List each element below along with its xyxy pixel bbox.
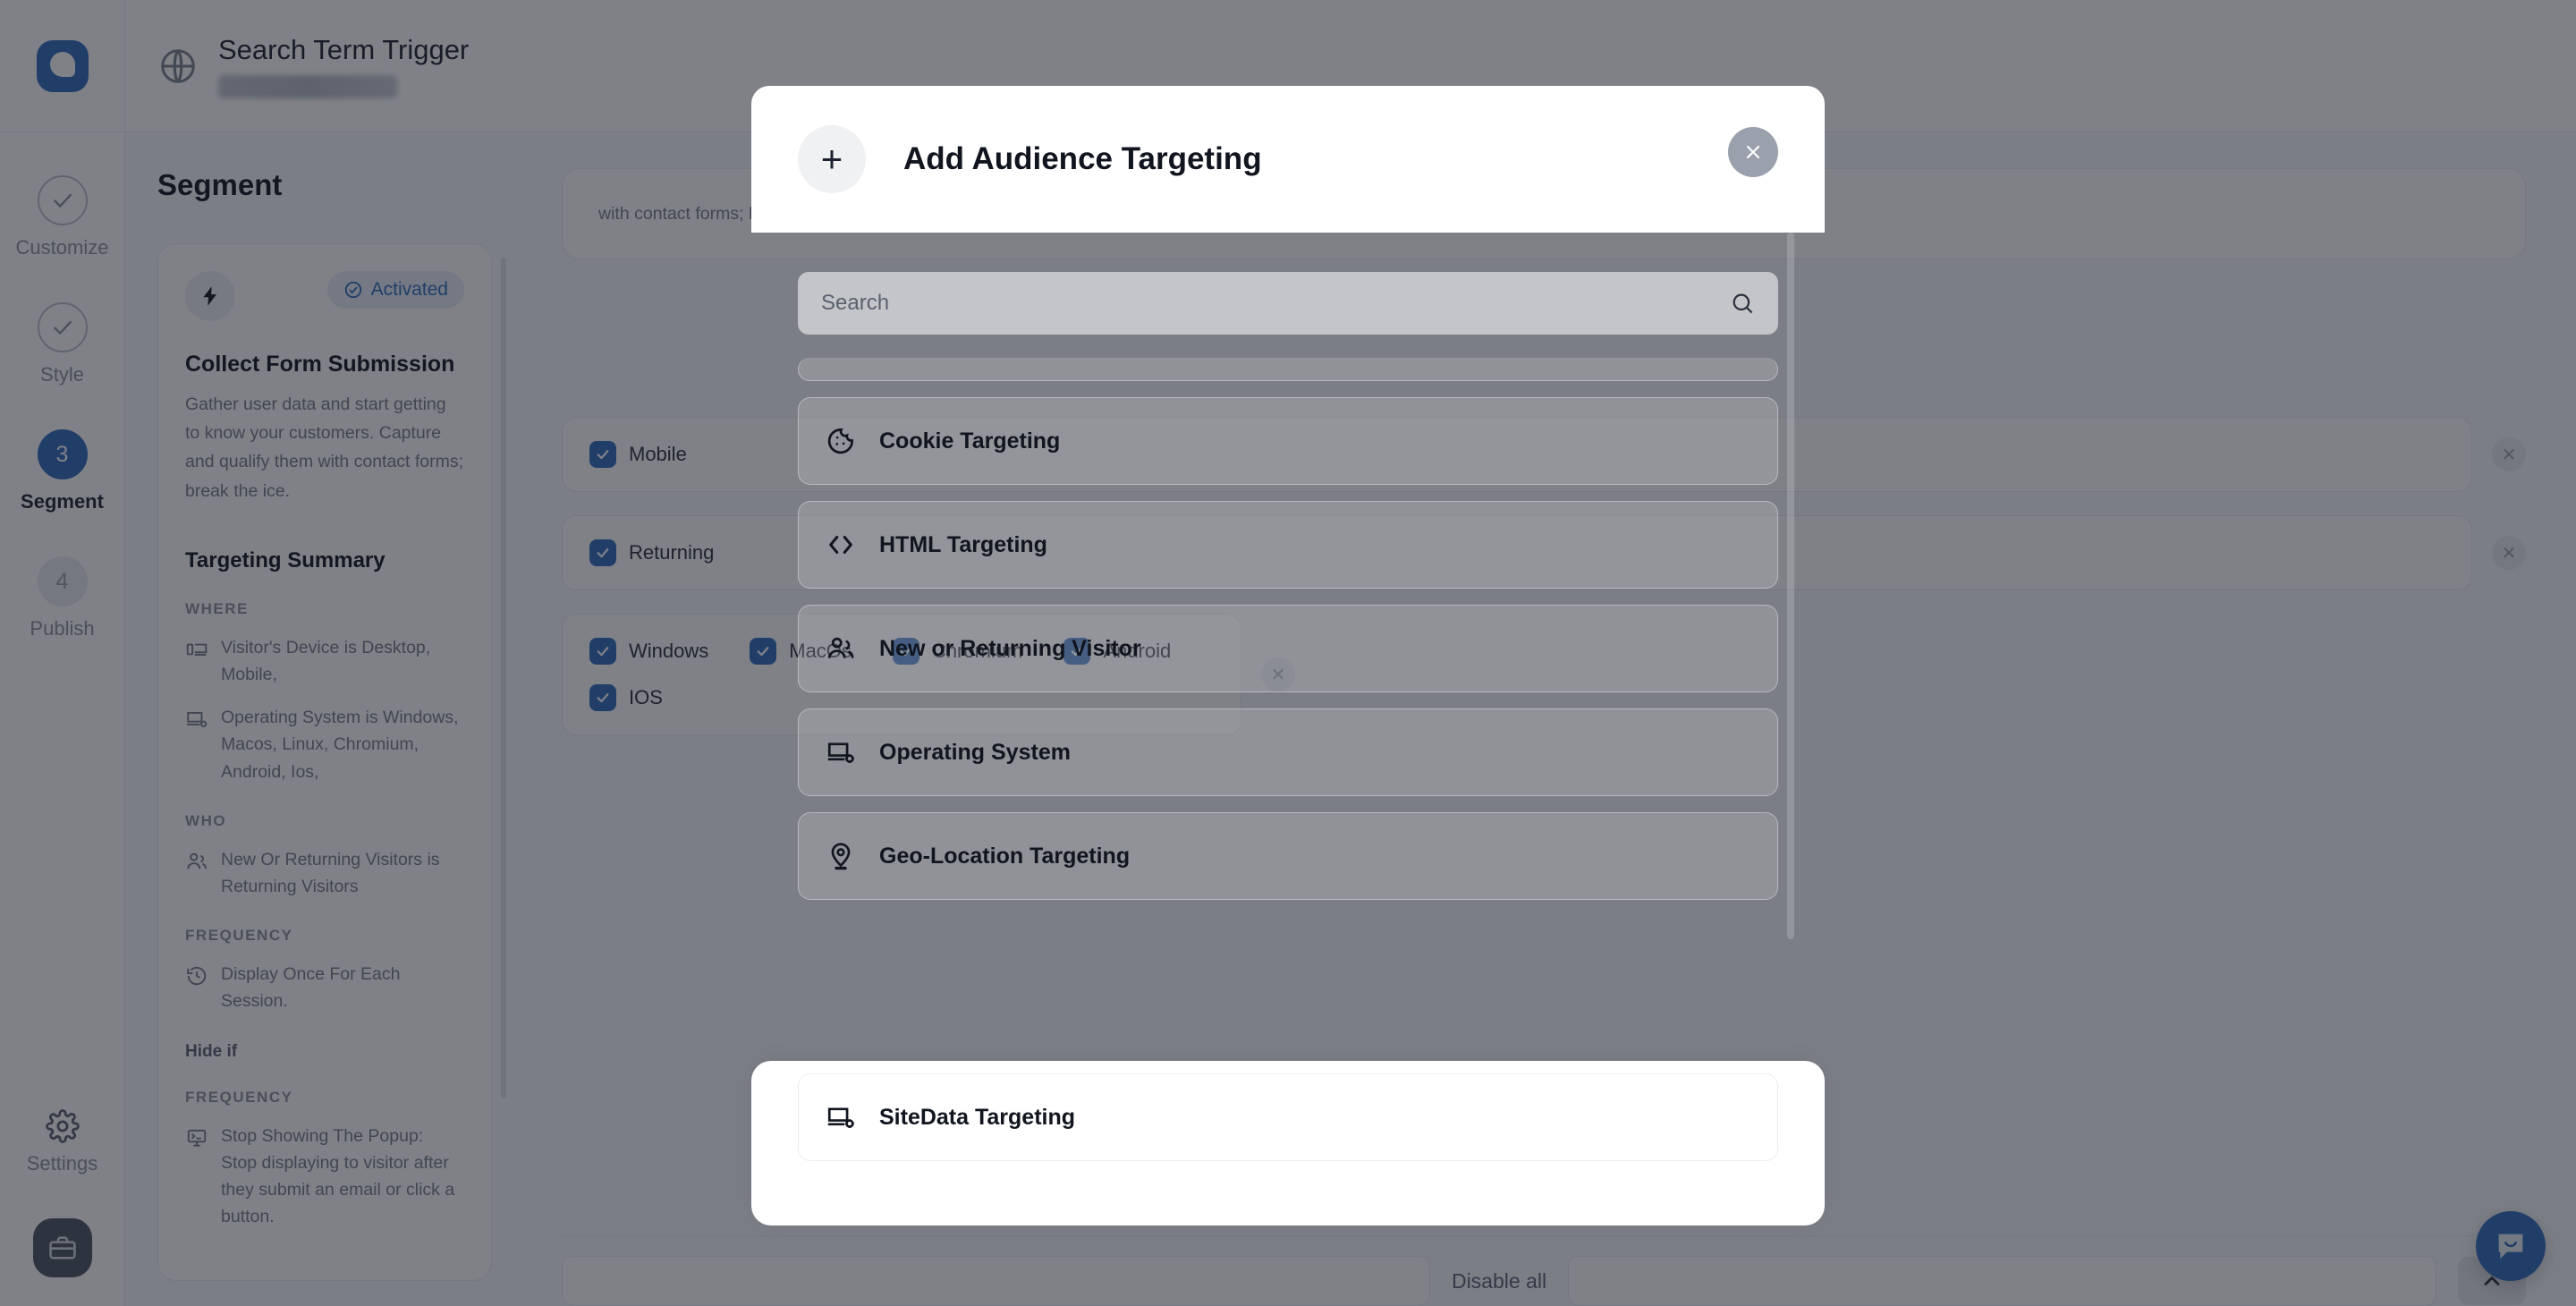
code-brackets-icon [829,536,852,554]
list-item-label: Cookie Targeting [879,428,1061,454]
map-pin-icon [831,843,851,870]
modal-list-scrollbar[interactable] [1787,233,1794,939]
list-item-html-targeting[interactable]: HTML Targeting [798,501,1778,589]
list-item-geo-location-targeting[interactable]: Geo-Location Targeting [798,812,1778,900]
modal-body: Search Cookie Targeting HTML Targeting N… [751,233,1825,939]
modal-header: + Add Audience Targeting [751,86,1825,233]
list-item-label: HTML Targeting [879,531,1047,557]
list-item-label: Geo-Location Targeting [879,843,1131,869]
list-item-label: New or Returning Visitor [879,635,1141,661]
highlighted-option-sheet: SiteData Targeting [751,1061,1825,1225]
close-button[interactable] [1728,127,1778,177]
list-item-partial[interactable] [798,358,1778,381]
list-item-sitedata-targeting[interactable]: SiteData Targeting [798,1073,1778,1161]
visitors-icon [827,637,854,658]
modal-title: Add Audience Targeting [903,141,1262,176]
cookie-icon [827,428,853,454]
search-icon[interactable] [1730,291,1755,316]
list-item-label: Operating System [879,739,1071,765]
plus-icon: + [798,125,866,193]
list-item-operating-system[interactable]: Operating System [798,708,1778,796]
list-item-label: SiteData Targeting [879,1104,1076,1130]
list-item-new-or-returning-visitor[interactable]: New or Returning Visitor [798,605,1778,692]
search-field[interactable]: Search [798,272,1778,335]
os-icon [827,742,854,763]
targeting-option-list: Cookie Targeting HTML Targeting New or R… [798,358,1778,900]
list-item-cookie-targeting[interactable]: Cookie Targeting [798,397,1778,485]
search-input[interactable]: Search [821,291,889,316]
add-audience-targeting-modal: + Add Audience Targeting Search Cookie T… [751,86,1825,939]
close-icon [1746,145,1760,159]
sitedata-icon [827,1107,854,1128]
